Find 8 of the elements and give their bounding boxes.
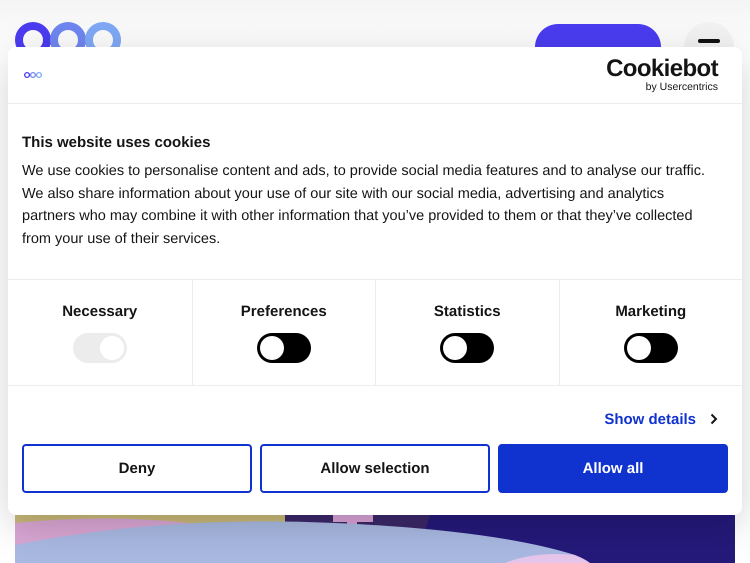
brand-name: Cookiebot <box>606 57 718 82</box>
dialog-text: We use cookies to personalise content and ads, to provide social media features and to analyse our traffic. We also share information about your use of our site with our social media, advertising and analytics partners who may combine it with other information that you’ve provided to them or that they’ve collected from your use of their services. <box>22 162 706 249</box>
dialog-title: This website uses cookies <box>22 134 212 151</box>
category-label: Marketing <box>615 303 686 320</box>
brand-tagline: by Usercentrics <box>646 82 718 93</box>
category-label: Preferences <box>240 303 327 320</box>
category-label: Statistics <box>434 303 501 320</box>
category-label: Necessary <box>62 303 138 320</box>
